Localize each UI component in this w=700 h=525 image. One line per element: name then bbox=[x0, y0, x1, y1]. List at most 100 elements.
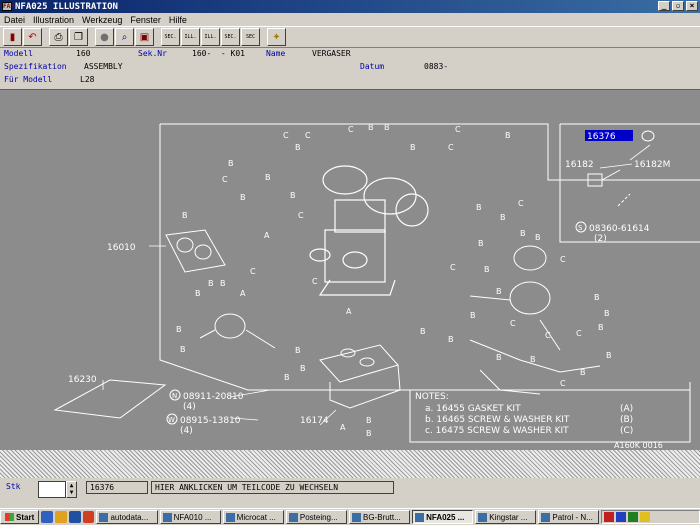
svg-text:C: C bbox=[560, 379, 566, 388]
task-nfa025[interactable]: NFA025 ... bbox=[412, 510, 474, 524]
task-microcat[interactable]: Microcat ... bbox=[222, 510, 284, 524]
svg-text:C: C bbox=[545, 331, 551, 340]
menu-bar: Datei Illustration Werkzeug Fenster Hilf… bbox=[0, 13, 700, 26]
print-button[interactable]: ⎙ bbox=[49, 28, 68, 46]
menu-datei[interactable]: Datei bbox=[0, 15, 29, 25]
copy-button[interactable]: ❐ bbox=[69, 28, 88, 46]
tray-icon[interactable] bbox=[640, 512, 651, 522]
menu-hilfe[interactable]: Hilfe bbox=[165, 15, 191, 25]
callout-16182m[interactable]: 16182M bbox=[634, 160, 670, 170]
prev-illustration-label: ILL. bbox=[184, 33, 197, 40]
task-bg-brutto[interactable]: BG-Brutt... bbox=[348, 510, 411, 524]
notes-title: NOTES: bbox=[415, 392, 449, 402]
svg-text:C: C bbox=[250, 267, 256, 276]
change-part-code-message[interactable]: HIER ANKLICKEN UM TEILCODE ZU WECHSELN bbox=[151, 481, 394, 494]
close-button[interactable]: × bbox=[686, 1, 698, 11]
svg-text:B: B bbox=[284, 373, 290, 382]
svg-text:B: B bbox=[295, 143, 301, 152]
next-section-label: SEC. bbox=[224, 33, 237, 40]
callout-08911-qty: (4) bbox=[183, 402, 196, 412]
next-illustration-label: ILL. bbox=[204, 33, 217, 40]
callout-16182[interactable]: 16182 bbox=[565, 160, 594, 170]
carburetor-body bbox=[309, 165, 429, 296]
book-icon: ▣ bbox=[139, 31, 150, 43]
svg-text:B: B bbox=[208, 279, 214, 288]
svg-text:B: B bbox=[496, 353, 502, 362]
spezifikation-value: ASSEMBLY bbox=[84, 62, 123, 71]
outlook-quicklaunch-icon[interactable] bbox=[55, 511, 67, 523]
window-title: NFA025 ILLUSTRATION bbox=[15, 1, 118, 12]
illustration-panel[interactable]: CCCBB CBBBC BCBBB CBCBB ABBBC CBBAB CBCB… bbox=[0, 89, 700, 450]
note-a-tag: (A) bbox=[620, 404, 633, 414]
svg-text:B: B bbox=[384, 123, 390, 132]
help-button[interactable]: ✦ bbox=[267, 28, 286, 46]
svg-text:B: B bbox=[500, 213, 506, 222]
prev-illustration-button[interactable]: ILL. bbox=[181, 28, 200, 46]
tray-icon[interactable] bbox=[628, 512, 639, 522]
name-value: VERGASER bbox=[312, 49, 351, 58]
callout-16376[interactable]: 16376 bbox=[587, 132, 616, 142]
menu-illustration[interactable]: Illustration bbox=[29, 15, 78, 25]
svg-text:B: B bbox=[594, 293, 600, 302]
note-c-tag: (C) bbox=[620, 426, 633, 436]
tray-icon[interactable] bbox=[604, 512, 615, 522]
ie-quicklaunch-icon[interactable] bbox=[68, 511, 81, 523]
toolbar: ▮ ↶ ⎙ ❐ ● ⌕ ▣ SEC. ILL. ILL. SEC. SEC ✦ bbox=[0, 26, 700, 48]
svg-text:B: B bbox=[478, 239, 484, 248]
svg-text:C: C bbox=[560, 255, 566, 264]
menu-fenster[interactable]: Fenster bbox=[126, 15, 165, 25]
minimize-button[interactable]: _ bbox=[658, 1, 670, 11]
callout-08360[interactable]: 08360-61614 bbox=[589, 224, 650, 234]
svg-text:C: C bbox=[298, 211, 304, 220]
window-controls: _ ▫ × bbox=[658, 1, 698, 11]
stk-spinner[interactable]: ▲ ▼ bbox=[66, 481, 77, 498]
callout-08915[interactable]: 08915-13810 bbox=[180, 416, 241, 426]
explorer-quicklaunch-icon[interactable] bbox=[41, 511, 54, 523]
svg-text:A: A bbox=[346, 307, 352, 316]
printer-icon: ⎙ bbox=[54, 31, 63, 43]
illustration-ref: A160K 0016 bbox=[614, 441, 663, 450]
task-nfa010[interactable]: NFA010 ... bbox=[159, 510, 221, 524]
callout-16010[interactable]: 16010 bbox=[107, 243, 136, 253]
task-posteingang[interactable]: Posteing... bbox=[285, 510, 347, 524]
seknr-label: Sek.Nr bbox=[138, 49, 167, 58]
book-button[interactable]: ▣ bbox=[135, 28, 154, 46]
svg-text:B: B bbox=[604, 309, 610, 318]
restore-button[interactable]: ▫ bbox=[672, 1, 684, 11]
spezifikation-label: Spezifikation bbox=[4, 62, 67, 71]
tray-icon[interactable] bbox=[616, 512, 627, 522]
svg-text:B: B bbox=[410, 143, 416, 152]
media-quicklaunch-icon[interactable] bbox=[82, 511, 95, 523]
callout-08911[interactable]: 08911-20810 bbox=[183, 392, 244, 402]
callout-16174[interactable]: 16174 bbox=[300, 416, 329, 426]
zoom-button[interactable]: ⌕ bbox=[115, 28, 134, 46]
svg-text:A: A bbox=[340, 423, 346, 432]
next-section-button[interactable]: SEC. bbox=[221, 28, 240, 46]
back-button[interactable]: ↶ bbox=[23, 28, 42, 46]
task-kingstar[interactable]: Kingstar ... bbox=[475, 510, 537, 524]
part-code-field[interactable]: 16376 bbox=[86, 481, 148, 494]
svg-text:B: B bbox=[520, 229, 526, 238]
section-up-button[interactable]: SEC bbox=[241, 28, 260, 46]
stk-quantity-input[interactable] bbox=[38, 481, 66, 498]
nut-n-marker: N bbox=[172, 392, 177, 400]
record-button[interactable]: ● bbox=[95, 28, 114, 46]
svg-text:B: B bbox=[420, 327, 426, 336]
next-illustration-button[interactable]: ILL. bbox=[201, 28, 220, 46]
task-autodata[interactable]: autodata... bbox=[96, 510, 158, 524]
exit-button[interactable]: ▮ bbox=[3, 28, 22, 46]
svg-text:B: B bbox=[470, 311, 476, 320]
svg-text:A: A bbox=[264, 231, 270, 240]
menu-werkzeug[interactable]: Werkzeug bbox=[78, 15, 126, 25]
callout-16230[interactable]: 16230 bbox=[68, 375, 97, 385]
svg-text:B: B bbox=[496, 287, 502, 296]
note-a: a. 16455 GASKET KIT bbox=[425, 404, 521, 414]
svg-text:C: C bbox=[448, 143, 454, 152]
task-patrol[interactable]: Patrol - N... bbox=[538, 510, 600, 524]
base-plate bbox=[319, 344, 401, 409]
prev-section-button[interactable]: SEC. bbox=[161, 28, 180, 46]
start-button[interactable]: Start bbox=[0, 510, 40, 524]
svg-text:C: C bbox=[450, 263, 456, 272]
app-icon bbox=[288, 512, 298, 522]
app-icon: FAST bbox=[2, 2, 18, 11]
